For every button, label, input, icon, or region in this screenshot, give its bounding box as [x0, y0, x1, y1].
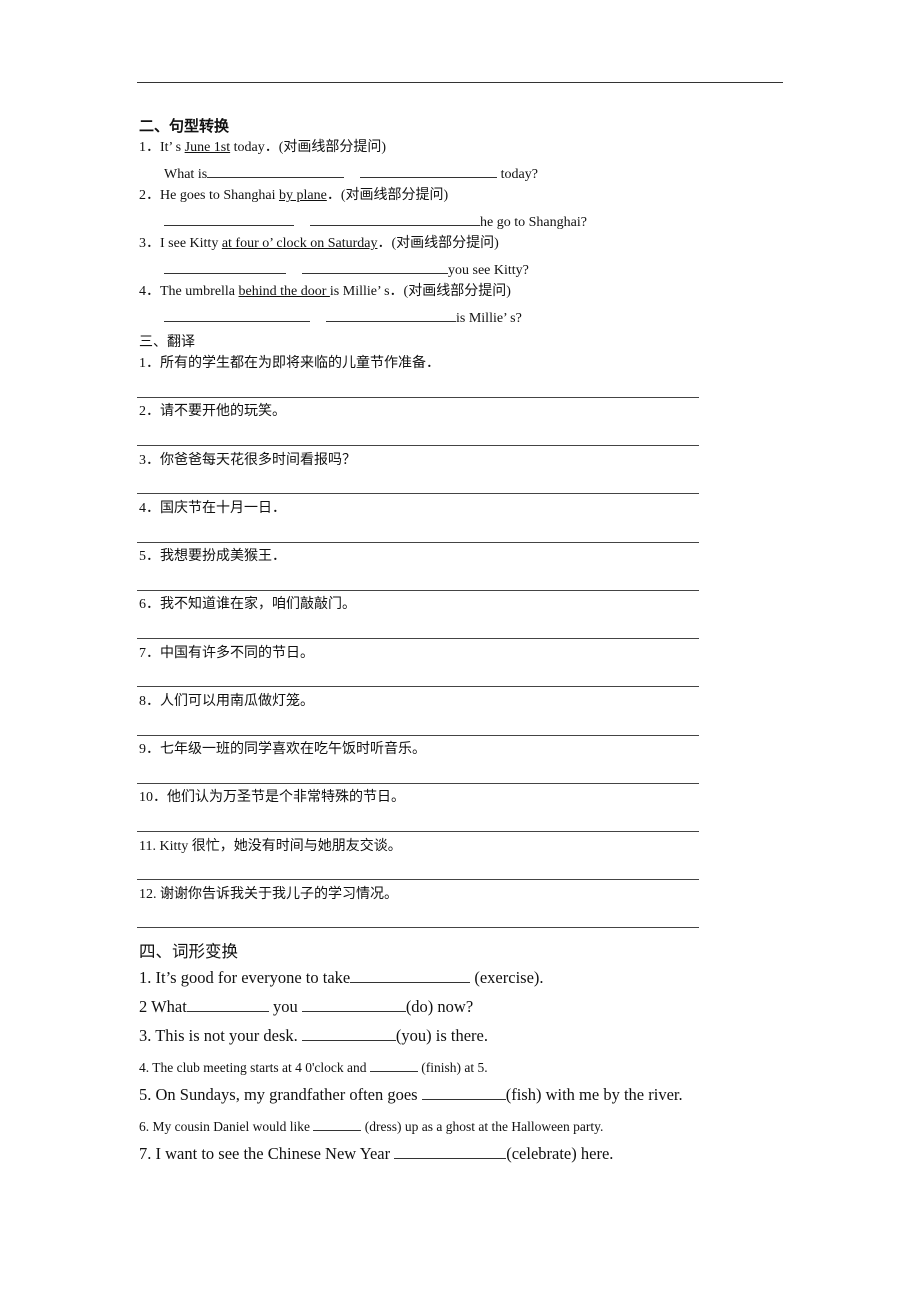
answer-blank[interactable]	[360, 163, 498, 178]
instruction-note: (对画线部分提问)	[391, 236, 499, 251]
underlined-part: at four o’ clock on Saturday	[221, 236, 378, 251]
answer-line[interactable]	[137, 445, 699, 446]
item-text: 2 What	[139, 997, 187, 1016]
word-form-item: 7. I want to see the Chinese New Year (c…	[139, 1144, 613, 1164]
answer-blank[interactable]	[350, 968, 471, 983]
answer-line[interactable]	[137, 879, 699, 880]
answer-line[interactable]	[137, 542, 699, 543]
answer-line[interactable]	[137, 638, 699, 639]
answer-text: What is	[164, 167, 208, 182]
instruction-note: (对画线部分提问)	[340, 188, 449, 203]
item-text: (you) is there.	[395, 1026, 488, 1045]
sentence-text: The umbrella	[160, 284, 239, 299]
instruction-note: (对画线部分提问)	[278, 140, 387, 155]
item-text: (dress) up as a ghost at the Halloween p…	[361, 1119, 604, 1134]
item-text: 4. The club meeting starts at 4 0'clock …	[139, 1060, 370, 1075]
answer-text: today?	[497, 167, 538, 182]
header-rule	[137, 82, 783, 83]
answer-line[interactable]	[137, 493, 699, 494]
section-2-title: 二、句型转换	[139, 119, 230, 135]
translation-item: 2．请不要开他的玩笑。	[139, 404, 286, 419]
s2-question-1: 1．It’ s June 1st today．(对画线部分提问)	[139, 139, 386, 157]
sentence-text: today．	[230, 140, 279, 155]
section-3-title: 三、翻译	[139, 335, 195, 350]
answer-blank[interactable]	[369, 1057, 418, 1072]
answer-line[interactable]	[137, 735, 699, 736]
answer-line[interactable]	[137, 783, 699, 784]
answer-blank[interactable]	[302, 259, 448, 274]
instruction-note: (对画线部分提问)	[403, 284, 511, 299]
answer-blank[interactable]	[301, 997, 406, 1012]
answer-blank[interactable]	[421, 1085, 506, 1100]
answer-blank[interactable]	[313, 1116, 362, 1131]
word-form-item: 4. The club meeting starts at 4 0'clock …	[139, 1057, 488, 1077]
answer-blank[interactable]	[186, 997, 269, 1012]
translation-item: 8．人们可以用南瓜做灯笼。	[139, 694, 314, 709]
s2-question-2: 2．He goes to Shanghai by plane．(对画线部分提问)	[139, 187, 448, 205]
sentence-text: ．	[326, 188, 341, 203]
answer-line[interactable]	[137, 590, 699, 591]
translation-item: 7．中国有许多不同的节日。	[139, 646, 314, 661]
answer-line[interactable]	[137, 831, 699, 832]
underlined-part: behind the door	[238, 284, 330, 299]
translation-item: 11. Kitty 很忙，她没有时间与她朋友交谈。	[139, 839, 402, 854]
word-form-item: 5. On Sundays, my grandfather often goes…	[139, 1085, 683, 1105]
answer-text: is Millie’ s?	[456, 311, 522, 326]
item-text: (celebrate) here.	[506, 1144, 614, 1163]
answer-text: he go to Shanghai?	[480, 215, 587, 230]
item-text: (fish) with me by the river.	[505, 1085, 683, 1104]
translation-item: 3．你爸爸每天花很多时间看报吗？	[139, 453, 356, 468]
word-form-item: 2 What you (do) now?	[139, 997, 473, 1017]
item-text: 3. This is not your desk.	[139, 1026, 302, 1045]
s2-answer-4: is Millie’ s?	[164, 307, 522, 328]
answer-blank[interactable]	[164, 211, 294, 226]
item-number: 2．	[139, 188, 160, 203]
translation-item: 4．国庆节在十月一日．	[139, 501, 286, 516]
underlined-part: June 1st	[184, 140, 231, 155]
translation-item: 1．所有的学生都在为即将来临的儿童节作准备．	[139, 356, 440, 371]
answer-blank[interactable]	[164, 259, 286, 274]
item-text: 1. It’s good for everyone to take	[139, 968, 351, 987]
s2-answer-3: you see Kitty?	[164, 259, 529, 280]
answer-blank[interactable]	[301, 1026, 396, 1041]
translation-item: 12. 谢谢你告诉我关于我儿子的学习情况。	[139, 887, 398, 902]
s2-question-4: 4．The umbrella behind the door is Millie…	[139, 283, 511, 301]
item-text: 6. My cousin Daniel would like	[139, 1119, 314, 1134]
translation-item: 9．七年级一班的同学喜欢在吃午饭时听音乐。	[139, 742, 426, 757]
answer-blank[interactable]	[310, 211, 480, 226]
item-number: 1．	[139, 140, 160, 155]
word-form-item: 1. It’s good for everyone to take (exerc…	[139, 968, 544, 988]
s2-answer-2: he go to Shanghai?	[164, 211, 587, 232]
answer-line[interactable]	[137, 397, 699, 398]
sentence-text: I see Kitty	[160, 236, 222, 251]
item-text: 7. I want to see the Chinese New Year	[139, 1144, 395, 1163]
underlined-part: by plane	[278, 188, 327, 203]
item-text: you	[268, 997, 302, 1016]
answer-text: you see Kitty?	[448, 263, 529, 278]
answer-line[interactable]	[137, 686, 699, 687]
sentence-text: It’ s	[160, 140, 185, 155]
item-number: 3．	[139, 236, 160, 251]
item-number: 4．	[139, 284, 160, 299]
answer-blank[interactable]	[326, 307, 456, 322]
sentence-text: ．	[377, 236, 392, 251]
s2-answer-1: What is today?	[164, 163, 538, 184]
answer-line[interactable]	[137, 927, 699, 928]
item-text: (do) now?	[405, 997, 474, 1016]
s2-question-3: 3．I see Kitty at four o’ clock on Saturd…	[139, 235, 499, 253]
sentence-text: He goes to Shanghai	[160, 188, 279, 203]
answer-blank[interactable]	[394, 1144, 507, 1159]
section-4-title: 四、词形变换	[139, 942, 238, 961]
word-form-item: 6. My cousin Daniel would like (dress) u…	[139, 1116, 603, 1136]
translation-item: 6．我不知道谁在家，咱们敲敲门。	[139, 597, 356, 612]
item-text: 5. On Sundays, my grandfather often goes	[139, 1085, 422, 1104]
translation-item: 5．我想要扮成美猴王．	[139, 549, 286, 564]
sentence-text: is Millie’ s．	[329, 284, 404, 299]
answer-blank[interactable]	[164, 307, 310, 322]
item-text: (finish) at 5.	[417, 1060, 488, 1075]
translation-item: 10．他们认为万圣节是个非常特殊的节日。	[139, 790, 405, 805]
answer-blank[interactable]	[207, 163, 345, 178]
item-text: (exercise).	[470, 968, 544, 987]
word-form-item: 3. This is not your desk. (you) is there…	[139, 1026, 488, 1046]
